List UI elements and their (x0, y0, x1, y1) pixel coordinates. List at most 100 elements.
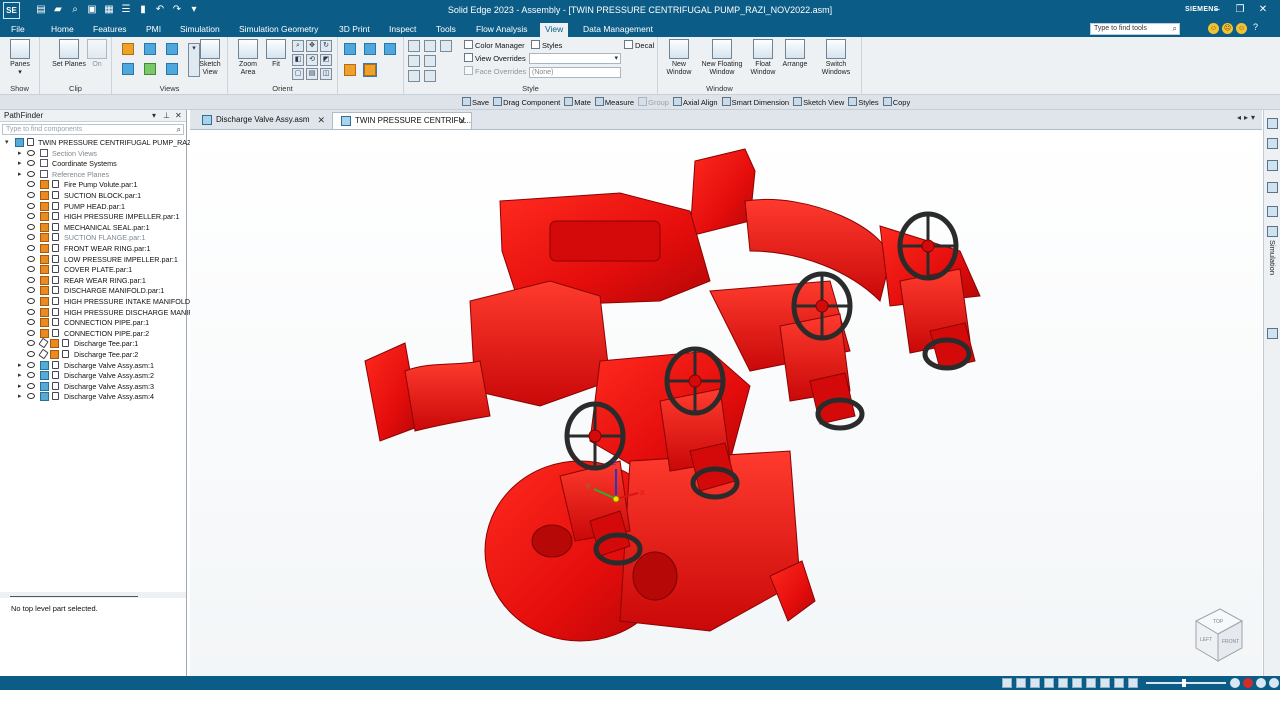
layers-icon[interactable] (1267, 160, 1278, 171)
suction-pipe[interactable] (364, 342, 491, 442)
visibility-eye-icon[interactable] (27, 276, 35, 283)
doc-tab-discharge-valve[interactable]: Discharge Valve Assy.asm ✕ (194, 112, 330, 129)
tab-data-management[interactable]: Data Management (578, 23, 658, 37)
switch-windows-button[interactable]: Switch Windows (816, 39, 856, 77)
color-manager-button[interactable]: Color Manager (464, 40, 525, 50)
expand-icon[interactable]: ▸ (18, 360, 22, 371)
named-views-icon[interactable]: ▤ (306, 68, 318, 80)
search-icon[interactable]: ⌕ (68, 3, 82, 17)
neutral-face-icon[interactable]: ☺ (1236, 23, 1247, 34)
view-dimetric-icon[interactable] (144, 63, 156, 75)
tab-inspect[interactable]: Inspect (384, 23, 421, 37)
happy-face-icon[interactable]: ☺ (1208, 23, 1219, 34)
pan-icon[interactable] (1044, 678, 1054, 688)
simulation-icon[interactable] (1267, 226, 1278, 237)
visibility-eye-icon[interactable] (27, 255, 35, 262)
tree-root[interactable]: ▾ TWIN PRESSURE CENTRIFUGAL PUMP_RAZI_ (0, 137, 197, 148)
tree-item[interactable]: ▸ Discharge Valve Assy.asm:2 (0, 370, 186, 381)
visibility-eye-icon[interactable] (27, 287, 35, 294)
tree-item[interactable]: HIGH PRESSURE IMPELLER.par:1 (0, 211, 186, 222)
zoom-slider[interactable] (1146, 682, 1226, 684)
tree-item[interactable]: SUCTION BLOCK.par:1 (0, 190, 186, 201)
panes-button[interactable]: Panes ▾ (3, 39, 37, 77)
visibility-eye-icon[interactable] (27, 340, 35, 347)
expand-icon[interactable]: ▸ (18, 148, 22, 159)
edge-style-icon[interactable] (424, 40, 436, 52)
face-overrides-button[interactable]: Face Overrides (464, 66, 526, 76)
axial-align-command[interactable]: Axial Align (672, 97, 718, 107)
close-tab-icon[interactable]: ✕ (317, 112, 325, 128)
previous-view-icon[interactable]: ◧ (292, 54, 304, 66)
view-top-icon[interactable] (122, 43, 134, 55)
tree-item[interactable]: ▸ Discharge Valve Assy.asm:4 (0, 391, 186, 402)
save-command[interactable]: Save (462, 97, 489, 107)
rotate-icon[interactable] (1058, 678, 1068, 688)
visible-edges-icon[interactable] (344, 64, 356, 76)
tab-home[interactable]: Home (46, 23, 79, 37)
record-icon[interactable] (1243, 678, 1253, 688)
solid-edge-logo[interactable]: SE (3, 2, 20, 19)
zoom-icon[interactable] (1030, 678, 1040, 688)
tree-item[interactable]: ▸ Discharge Valve Assy.asm:3 (0, 381, 186, 392)
tree-item[interactable]: ▸ Discharge Valve Assy.asm:1 (0, 360, 186, 371)
pane-options-icon[interactable]: ▾ (152, 110, 156, 122)
fit-button[interactable]: Fit (259, 39, 293, 69)
sketch-view-button[interactable]: Sketch View (194, 39, 226, 77)
tree-item[interactable]: ▸ Section Views (0, 148, 186, 159)
measure-command[interactable]: Measure (594, 97, 634, 107)
view-trimetric-icon[interactable] (166, 63, 178, 75)
pathfinder-search-input[interactable]: Type to find components ⌕ (2, 124, 184, 135)
tree-item[interactable]: PUMP HEAD.par:1 (0, 201, 186, 212)
restore-icon[interactable]: ❐ (1233, 3, 1247, 17)
visibility-eye-icon[interactable] (27, 351, 35, 357)
mate-command[interactable]: Mate (564, 97, 591, 107)
render-icon[interactable] (424, 55, 436, 67)
lighting-icon[interactable] (408, 70, 420, 82)
tree-item[interactable]: LOW PRESSURE IMPELLER.par:1 (0, 254, 186, 265)
tree-item[interactable]: HIGH PRESSURE DISCHARGE MANIF (0, 307, 193, 318)
tree-item[interactable]: DISCHARGE MANIFOLD.par:1 (0, 285, 186, 296)
tree-item[interactable]: REAR WEAR RING.par:1 (0, 275, 186, 286)
collapse-icon[interactable]: ▾ (5, 137, 9, 148)
doc-tab-twin-pressure[interactable]: TWIN PRESSURE CENTRIFU... ✕ (332, 112, 472, 129)
decal-button[interactable]: Decal (624, 40, 654, 50)
tab-features[interactable]: Features (88, 23, 132, 37)
expand-icon[interactable]: ▸ (18, 381, 22, 392)
visibility-eye-icon[interactable] (27, 393, 35, 400)
look-at-face-icon[interactable]: ◩ (320, 54, 332, 66)
pin-icon[interactable]: ⊥ (163, 110, 170, 122)
expand-icon[interactable]: ▸ (18, 158, 22, 169)
zoom-out-icon[interactable] (1128, 678, 1138, 688)
measure-tool-icon[interactable] (1267, 328, 1278, 339)
library-icon[interactable] (1267, 118, 1278, 129)
tree-item[interactable]: CONNECTION PIPE.par:2 (0, 328, 186, 339)
visibility-eye-icon[interactable] (27, 372, 35, 379)
tree-item[interactable]: Fire Pump Volute.par:1 (0, 179, 186, 190)
group-command[interactable]: Group (638, 97, 669, 107)
tab-pmi[interactable]: PMI (141, 23, 166, 37)
sad-face-icon[interactable]: ☹ (1222, 23, 1233, 34)
view-style-icon[interactable] (1114, 678, 1124, 688)
tree-item[interactable]: ▸ Reference Planes (0, 169, 186, 180)
visibility-eye-icon[interactable] (27, 170, 35, 177)
zoom-slider-handle[interactable] (1182, 679, 1186, 687)
visibility-eye-icon[interactable] (27, 192, 35, 198)
new-floating-window-button[interactable]: New Floating Window (700, 39, 744, 77)
pan-icon[interactable]: ✥ (306, 40, 318, 52)
play-icon[interactable] (1256, 678, 1266, 688)
tree-item[interactable]: SUCTION FLANGE.par:1 (0, 232, 186, 243)
tree-item[interactable]: CONNECTION PIPE.par:1 (0, 317, 186, 328)
save-icon[interactable]: ▣ (85, 3, 99, 17)
tab-view[interactable]: View (540, 23, 569, 37)
view-right-icon[interactable] (166, 43, 178, 55)
drag-component-command[interactable]: Drag Component (493, 97, 560, 107)
view-front-icon[interactable] (144, 43, 156, 55)
open-icon[interactable]: ▰ (51, 3, 65, 17)
cube-style-icon[interactable] (408, 40, 420, 52)
float-window-button[interactable]: Float Window (746, 39, 780, 77)
visibility-eye-icon[interactable] (27, 245, 35, 251)
fit-view-icon[interactable] (1002, 678, 1012, 688)
styles-button[interactable]: Styles (531, 40, 562, 50)
tab-simulation-geometry[interactable]: Simulation Geometry (234, 23, 323, 37)
zoom-in-icon[interactable] (1230, 678, 1240, 688)
